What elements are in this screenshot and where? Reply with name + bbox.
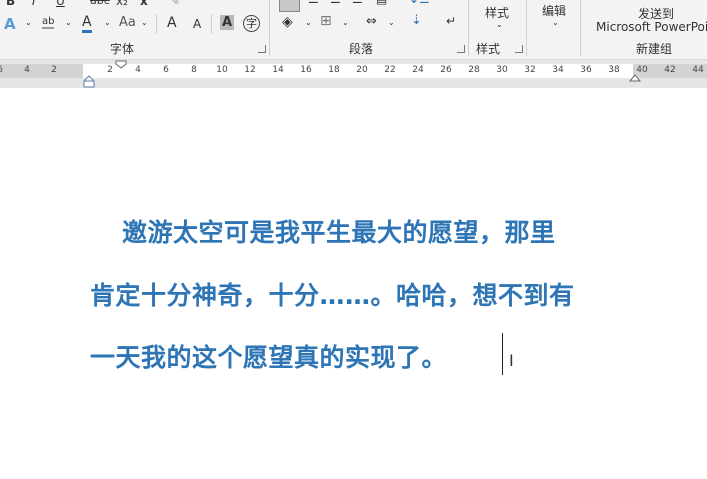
ruler-tick: 34 <box>552 65 564 75</box>
chevron-down-icon[interactable]: ⌄ <box>65 18 72 27</box>
paragraph-line[interactable]: 邀游太空可是我平生最大的愿望，那里 <box>122 213 556 249</box>
chevron-down-icon[interactable]: ⌄ <box>342 18 349 27</box>
new-group-label: 新建组 <box>636 42 673 56</box>
superscript-button[interactable]: x <box>140 0 148 8</box>
styles-group-label: 样式 <box>476 42 501 56</box>
justify-button[interactable]: ☰ <box>352 0 363 6</box>
ruler-tick: 26 <box>440 65 452 75</box>
ruler-tick: 44 <box>692 65 704 75</box>
ruler-tick: 20 <box>356 65 368 75</box>
ruler-tick: 14 <box>272 65 284 75</box>
styles-dialog-launcher-icon[interactable] <box>515 45 523 53</box>
text-effect-button[interactable]: A <box>4 15 16 33</box>
chevron-down-icon: ⌄ <box>496 20 503 29</box>
bold-button[interactable]: B <box>6 0 15 8</box>
ruler-tick: 22 <box>384 65 396 75</box>
font-dialog-launcher-icon[interactable] <box>258 45 266 53</box>
chevron-down-icon[interactable]: ⌄ <box>104 18 111 27</box>
shading-icon[interactable]: ◈ <box>282 14 293 30</box>
ruler-tick: 32 <box>524 65 536 75</box>
text-caret <box>502 333 503 375</box>
chevron-down-icon[interactable]: ⌄ <box>141 18 148 27</box>
ribbon: B I U abc x₂ x ✎ A ⌄ ab ⌄ A ⌄ Aa ⌄ A A A… <box>0 0 707 60</box>
edit-button[interactable]: 编辑 <box>542 2 566 19</box>
enclose-char-button[interactable]: 字 <box>243 15 260 32</box>
line-spacing-button[interactable]: ↕☰ <box>409 0 430 6</box>
ruler-tick: 2 <box>51 65 57 75</box>
ruler-tick: 28 <box>468 65 480 75</box>
ruler-tick: 4 <box>135 65 141 75</box>
ibeam-cursor-icon: Ⅰ <box>509 351 514 370</box>
ruler-tick: 6 <box>0 65 3 75</box>
shrink-font-button[interactable]: A <box>193 17 201 31</box>
ruler-tick: 18 <box>328 65 340 75</box>
strikethrough-button[interactable]: abc <box>90 0 110 7</box>
ruler-tick: 24 <box>412 65 424 75</box>
align-right-button[interactable]: ☰ <box>330 0 341 6</box>
char-shading-button[interactable]: A <box>220 15 235 30</box>
ruler-tick: 6 <box>163 65 169 75</box>
font-color-button[interactable]: A <box>82 14 92 33</box>
clear-format-icon[interactable]: ✎ <box>170 0 180 8</box>
align-center-button[interactable]: ☰ <box>308 0 319 6</box>
ruler-tick: 16 <box>300 65 312 75</box>
paragraph-dialog-launcher-icon[interactable] <box>457 45 465 53</box>
ruler-tick: 36 <box>580 65 592 75</box>
asian-layout-icon[interactable]: ⇔ <box>366 14 377 29</box>
paragraph-mark-icon[interactable]: ↵ <box>446 14 456 28</box>
ruler-tick: 4 <box>24 65 30 75</box>
first-line-indent-marker[interactable] <box>115 60 127 69</box>
hanging-indent-marker[interactable] <box>83 74 95 88</box>
paragraph-line[interactable]: 肯定十分神奇，十分……。哈哈，想不到有 <box>90 276 575 312</box>
document-page[interactable]: 邀游太空可是我平生最大的愿望，那里 肯定十分神奇，十分……。哈哈，想不到有 一天… <box>0 88 707 479</box>
align-left-button[interactable] <box>279 0 300 12</box>
distribute-button[interactable]: ▤ <box>376 0 387 6</box>
right-indent-marker[interactable] <box>629 72 641 82</box>
chevron-down-icon[interactable]: ⌄ <box>25 18 32 27</box>
underline-button[interactable]: U <box>56 0 65 8</box>
ruler-tick: 8 <box>191 65 197 75</box>
borders-icon[interactable]: ⊞ <box>320 13 332 29</box>
horizontal-ruler[interactable]: 6 4 2 2468101214161820222426283032343638… <box>0 60 707 88</box>
ruler-tick: 38 <box>608 65 620 75</box>
chevron-down-icon[interactable]: ⌄ <box>388 18 395 27</box>
ruler-tick: 12 <box>244 65 256 75</box>
subscript-button[interactable]: x₂ <box>116 0 128 8</box>
ruler-tick: 10 <box>216 65 228 75</box>
styles-button[interactable]: 样式 <box>485 4 509 21</box>
chevron-down-icon[interactable]: ⌄ <box>305 18 312 27</box>
grow-font-button[interactable]: A <box>167 15 177 31</box>
ruler-tick: 30 <box>496 65 508 75</box>
change-case-button[interactable]: Aa <box>119 15 136 30</box>
chevron-down-icon: ⌄ <box>552 18 559 27</box>
italic-button[interactable]: I <box>32 0 36 8</box>
ruler-tick: 2 <box>107 65 113 75</box>
paragraph-line[interactable]: 一天我的这个愿望真的实现了。 <box>90 338 447 374</box>
paragraph-group-label: 段落 <box>349 42 374 56</box>
sort-icon[interactable]: ⇣ <box>411 13 422 28</box>
highlight-button[interactable]: ab <box>42 16 55 29</box>
ruler-tick: 42 <box>664 65 676 75</box>
send-to-ppt-line2[interactable]: Microsoft PowerPoint <box>596 20 707 34</box>
font-group-label: 字体 <box>110 42 135 56</box>
